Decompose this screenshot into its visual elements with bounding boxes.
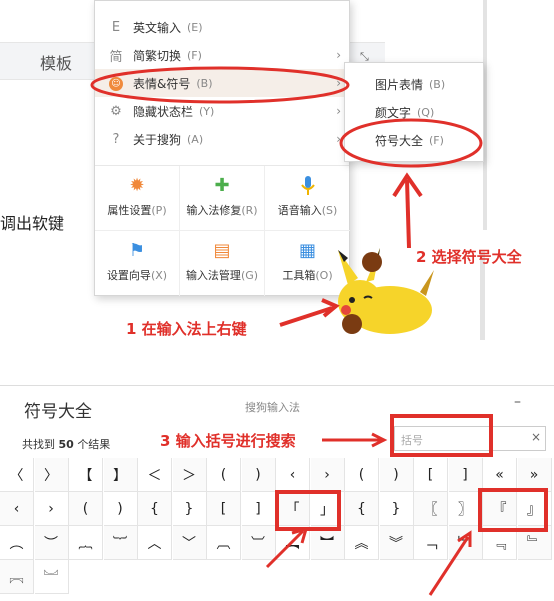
annotation-overlay-bottom: [265, 414, 548, 596]
tutorial-screenshot-top: 模板 ⤡ 调出软键 E 英文输入 (E) 简 简繁切换 (F) › ☺ 表情&符…: [0, 0, 554, 345]
annotation-step-2: 2 选择符号大全: [416, 248, 522, 266]
annotation-step-1: 1 在输入法上右键: [126, 320, 247, 338]
annotation-overlay: [90, 66, 483, 327]
